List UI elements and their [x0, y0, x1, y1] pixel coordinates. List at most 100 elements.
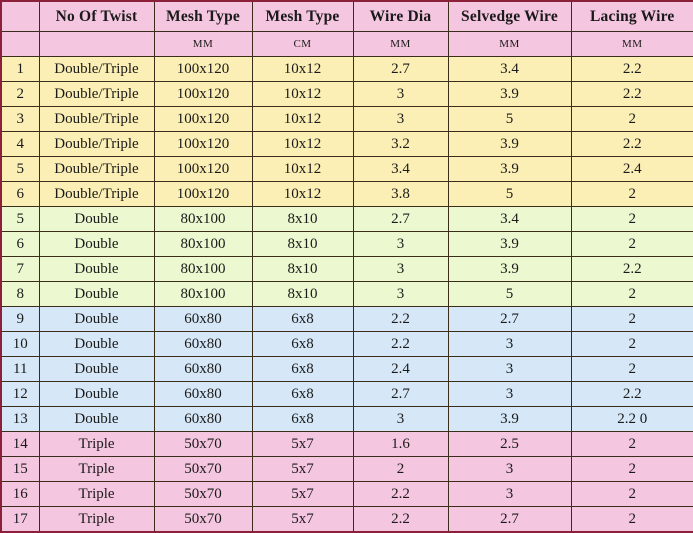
cell-lacing-wire: 2: [570, 356, 693, 382]
cell-wire-dia: 2.7: [352, 56, 449, 82]
unit-selvedge-wire: MM: [447, 31, 572, 57]
cell-no-of-twist: Triple: [38, 431, 155, 457]
cell-serial: 13: [0, 406, 40, 432]
cell-serial: 3: [0, 106, 40, 132]
cell-wire-dia: 1.6: [352, 431, 449, 457]
cell-wire-dia: 3: [352, 406, 449, 432]
column-header-mesh-type-mm: Mesh Type: [153, 0, 253, 32]
cell-selvedge-wire: 3: [447, 331, 572, 357]
cell-mesh-type-cm: 10x12: [251, 81, 354, 107]
cell-selvedge-wire: 3.9: [447, 406, 572, 432]
column-header-serial: [0, 0, 40, 32]
cell-wire-dia: 3: [352, 106, 449, 132]
cell-mesh-type-mm: 60x80: [153, 406, 253, 432]
cell-serial: 12: [0, 381, 40, 407]
cell-serial: 6: [0, 231, 40, 257]
cell-mesh-type-mm: 50x70: [153, 431, 253, 457]
table-row: 5 Double 80x100 8x10 2.7 3.4 2: [0, 206, 693, 232]
cell-selvedge-wire: 2.5: [447, 431, 572, 457]
cell-serial: 5: [0, 206, 40, 232]
cell-wire-dia: 2.4: [352, 356, 449, 382]
cell-mesh-type-cm: 8x10: [251, 206, 354, 232]
unit-no-of-twist: [38, 31, 155, 57]
cell-no-of-twist: Double: [38, 256, 155, 282]
cell-mesh-type-mm: 80x100: [153, 281, 253, 307]
cell-lacing-wire: 2: [570, 281, 693, 307]
cell-wire-dia: 2.2: [352, 506, 449, 533]
cell-lacing-wire: 2.2: [570, 56, 693, 82]
table-row: 15 Triple 50x70 5x7 2 3 2: [0, 456, 693, 482]
cell-selvedge-wire: 3.4: [447, 56, 572, 82]
cell-lacing-wire: 2.4: [570, 156, 693, 182]
column-header-mesh-type-cm: Mesh Type: [251, 0, 354, 32]
table-row: 17 Triple 50x70 5x7 2.2 2.7 2: [0, 506, 693, 533]
cell-serial: 7: [0, 256, 40, 282]
cell-mesh-type-cm: 5x7: [251, 506, 354, 533]
cell-lacing-wire: 2: [570, 106, 693, 132]
table-header: No Of Twist Mesh Type Mesh Type Wire Dia…: [0, 0, 693, 57]
cell-lacing-wire: 2: [570, 231, 693, 257]
cell-no-of-twist: Double: [38, 281, 155, 307]
cell-mesh-type-cm: 8x10: [251, 256, 354, 282]
cell-no-of-twist: Double: [38, 331, 155, 357]
cell-selvedge-wire: 2.7: [447, 306, 572, 332]
unit-mesh-type-mm: MM: [153, 31, 253, 57]
table-row: 14 Triple 50x70 5x7 1.6 2.5 2: [0, 431, 693, 457]
cell-no-of-twist: Double: [38, 356, 155, 382]
cell-mesh-type-cm: 10x12: [251, 131, 354, 157]
cell-mesh-type-mm: 100x120: [153, 81, 253, 107]
cell-lacing-wire: 2: [570, 331, 693, 357]
cell-mesh-type-mm: 80x100: [153, 256, 253, 282]
cell-selvedge-wire: 3.9: [447, 256, 572, 282]
cell-no-of-twist: Triple: [38, 506, 155, 533]
cell-lacing-wire: 2.2: [570, 381, 693, 407]
table-row: 11 Double 60x80 6x8 2.4 3 2: [0, 356, 693, 382]
cell-mesh-type-cm: 5x7: [251, 431, 354, 457]
cell-wire-dia: 3.4: [352, 156, 449, 182]
cell-mesh-type-mm: 50x70: [153, 456, 253, 482]
cell-selvedge-wire: 2.7: [447, 506, 572, 533]
cell-mesh-type-cm: 6x8: [251, 331, 354, 357]
cell-wire-dia: 2.7: [352, 206, 449, 232]
cell-lacing-wire: 2: [570, 431, 693, 457]
cell-selvedge-wire: 3: [447, 381, 572, 407]
cell-serial: 9: [0, 306, 40, 332]
cell-no-of-twist: Double: [38, 306, 155, 332]
cell-mesh-type-mm: 100x120: [153, 131, 253, 157]
cell-serial: 14: [0, 431, 40, 457]
table-row: 3 Double/Triple 100x120 10x12 3 5 2: [0, 106, 693, 132]
cell-no-of-twist: Double/Triple: [38, 131, 155, 157]
cell-mesh-type-cm: 10x12: [251, 181, 354, 207]
cell-serial: 8: [0, 281, 40, 307]
cell-lacing-wire: 2.2: [570, 81, 693, 107]
table-row: 6 Double 80x100 8x10 3 3.9 2: [0, 231, 693, 257]
cell-serial: 6: [0, 181, 40, 207]
cell-no-of-twist: Double/Triple: [38, 56, 155, 82]
cell-no-of-twist: Double: [38, 206, 155, 232]
cell-mesh-type-cm: 5x7: [251, 481, 354, 507]
cell-mesh-type-mm: 100x120: [153, 156, 253, 182]
cell-lacing-wire: 2.2 0: [570, 406, 693, 432]
unit-serial: [0, 31, 40, 57]
cell-no-of-twist: Double/Triple: [38, 181, 155, 207]
cell-no-of-twist: Double: [38, 406, 155, 432]
table-row: 13 Double 60x80 6x8 3 3.9 2.2 0: [0, 406, 693, 432]
cell-serial: 1: [0, 56, 40, 82]
cell-wire-dia: 3.8: [352, 181, 449, 207]
table-row: 16 Triple 50x70 5x7 2.2 3 2: [0, 481, 693, 507]
cell-mesh-type-mm: 80x100: [153, 206, 253, 232]
cell-selvedge-wire: 3.9: [447, 131, 572, 157]
cell-wire-dia: 2.7: [352, 381, 449, 407]
column-header-wire-dia: Wire Dia: [352, 0, 449, 32]
cell-no-of-twist: Double/Triple: [38, 81, 155, 107]
table-row: 7 Double 80x100 8x10 3 3.9 2.2: [0, 256, 693, 282]
unit-wire-dia: MM: [352, 31, 449, 57]
cell-lacing-wire: 2: [570, 456, 693, 482]
header-row: No Of Twist Mesh Type Mesh Type Wire Dia…: [0, 0, 693, 32]
cell-no-of-twist: Double/Triple: [38, 156, 155, 182]
cell-selvedge-wire: 3.9: [447, 231, 572, 257]
cell-mesh-type-cm: 6x8: [251, 406, 354, 432]
cell-serial: 17: [0, 506, 40, 533]
cell-selvedge-wire: 3.4: [447, 206, 572, 232]
table-row: 1 Double/Triple 100x120 10x12 2.7 3.4 2.2: [0, 56, 693, 82]
